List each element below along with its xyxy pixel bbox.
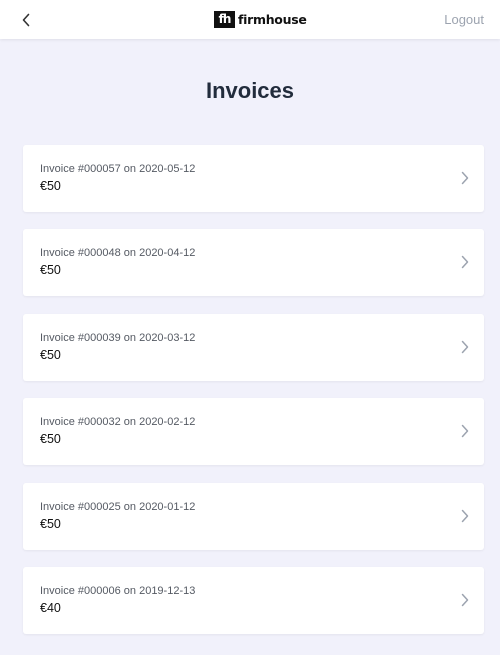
invoice-item[interactable]: Invoice #000006 on 2019-12-13 €40 — [23, 566, 484, 634]
invoice-amount: €50 — [40, 432, 61, 447]
logout-link[interactable]: Logout — [444, 12, 484, 27]
invoice-description: Invoice #000057 on 2020-05-12 — [40, 163, 196, 175]
invoice-amount: €50 — [40, 516, 61, 531]
invoice-description: Invoice #000006 on 2019-12-13 — [40, 584, 196, 597]
invoice-item[interactable]: Invoice #000039 on 2020-03-12 €50 — [23, 313, 484, 381]
invoice-description: Invoice #000032 on 2020-02-12 — [40, 416, 196, 429]
chevron-right-icon — [461, 593, 469, 607]
logo-mark: fh — [214, 11, 235, 28]
invoice-item[interactable]: Invoice #000025 on 2020-01-12 €50 — [23, 482, 484, 550]
invoice-list: Invoice #000057 on 2020-05-12 €50 Invoic… — [23, 145, 484, 651]
chevron-left-icon — [22, 13, 30, 27]
invoice-description: Invoice #000025 on 2020-01-12 — [40, 500, 196, 513]
invoice-amount: €50 — [40, 179, 61, 193]
invoice-item[interactable]: Invoice #000048 on 2020-04-12 €50 — [23, 229, 484, 297]
invoice-description: Invoice #000048 on 2020-04-12 — [40, 247, 196, 260]
top-navigation-bar: fh firmhouse Logout — [0, 0, 500, 39]
invoice-amount: €50 — [40, 347, 61, 362]
chevron-right-icon — [461, 256, 469, 269]
invoice-amount: €40 — [40, 600, 61, 615]
invoice-item[interactable]: Invoice #000057 on 2020-05-12 €50 — [23, 145, 484, 212]
invoice-item[interactable]: Invoice #000032 on 2020-02-12 €50 — [23, 398, 484, 466]
chevron-right-icon — [461, 340, 469, 354]
chevron-right-icon — [461, 509, 469, 522]
firmhouse-logo[interactable]: fh firmhouse — [214, 10, 307, 29]
back-button[interactable] — [14, 8, 38, 32]
chevron-right-icon — [461, 424, 469, 438]
logo-text: firmhouse — [238, 12, 307, 27]
page-title: Invoices — [205, 78, 295, 103]
chevron-right-icon — [461, 171, 469, 185]
invoice-description: Invoice #000039 on 2020-03-12 — [40, 331, 196, 344]
invoice-amount: €50 — [40, 263, 61, 278]
